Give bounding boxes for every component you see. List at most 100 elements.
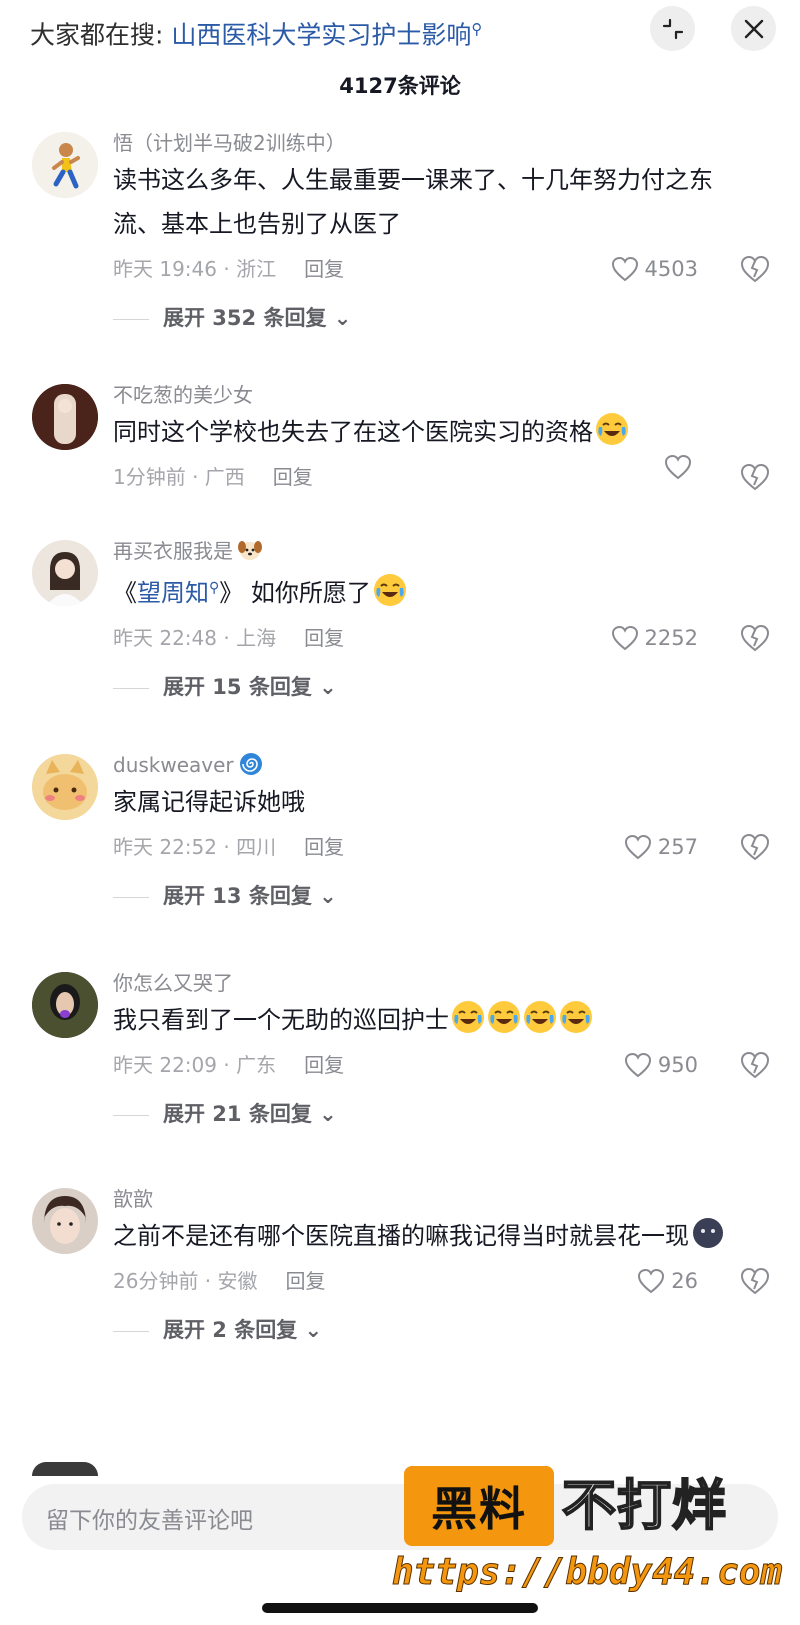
broken-heart-icon[interactable] [740,1267,770,1295]
avatar[interactable] [32,540,98,606]
crying-laughing-emoji-icon [596,413,628,445]
top-bar: 大家都在搜: 山西医科大学实习护士影响⚲ [0,0,800,58]
broken-heart-icon[interactable] [740,463,770,491]
close-button[interactable] [731,6,776,51]
expand-replies-button[interactable]: 展开 21 条回复 ⌄ [113,1088,778,1140]
comment-text: 同时这个学校也失去了在这个医院实习的资格 [113,410,753,454]
username[interactable]: 你怎么又哭了 [113,968,778,998]
broken-heart-icon[interactable] [740,833,770,861]
collapse-button[interactable] [650,6,695,51]
avatar[interactable] [32,1188,98,1254]
avatar[interactable] [32,384,98,450]
comment-text-content: 同时这个学校也失去了在这个医院实习的资格 [113,418,593,446]
time-location: 昨天 22:52 · 四川 [113,835,277,859]
broken-heart-icon[interactable] [740,255,770,283]
comment-item: 再买衣服我是 《望周知⚲》 如你所愿了 昨天 22:48 · 上海 回复 2252… [0,530,800,744]
expand-replies-button[interactable]: 展开 13 条回复 ⌄ [113,870,778,922]
crying-laughing-emoji-icon [488,1001,520,1033]
reply-button[interactable]: 回复 [304,626,344,650]
cartoon-avatar-icon [32,972,98,1038]
search-icon: ⚲ [209,580,220,596]
expand-replies-label: 展开 2 条回复 [163,1318,298,1342]
username[interactable]: duskweaver [113,750,778,780]
comment-input-placeholder: 留下你的友善评论吧 [46,1508,253,1534]
username[interactable]: 歆歆 [113,1184,778,1214]
spiral-emoji-icon [239,753,262,775]
comment-text-content: 我只看到了一个无助的巡回护士 [113,1006,449,1034]
like-button[interactable]: 950 [624,1042,698,1088]
crying-laughing-emoji-icon [452,1001,484,1033]
avatar[interactable] [32,972,98,1038]
topic-link[interactable]: 望周知 [137,579,209,607]
avatar [32,1462,98,1476]
chevron-down-icon: ⌄ [333,306,352,330]
comment-meta: 昨天 19:46 · 浙江 回复 4503 [113,246,778,292]
heart-icon [611,625,638,651]
expand-replies-label: 展开 21 条回复 [163,1102,312,1126]
crying-laughing-emoji-icon [524,1001,556,1033]
runner-avatar-icon [32,132,98,198]
heart-icon [624,834,651,860]
girl-avatar-icon [32,540,98,606]
time-location: 昨天 19:46 · 浙江 [113,257,277,281]
username[interactable]: 不吃葱的美少女 [113,380,778,410]
broken-heart-icon[interactable] [740,1051,770,1079]
like-button[interactable]: 257 [624,824,698,870]
cat-avatar-icon [32,754,98,820]
watermark-logo-text: 黑料 [431,1482,527,1536]
divider [113,687,149,689]
expand-replies-label: 展开 352 条回复 [163,306,327,330]
time-location: 1分钟前 · 广西 [113,465,245,489]
like-button[interactable] [664,454,698,480]
expand-replies-button[interactable]: 展开 15 条回复 ⌄ [113,661,778,713]
time-location: 昨天 22:48 · 上海 [113,626,277,650]
divider [113,896,149,898]
like-count: 26 [671,1269,698,1293]
comment-count: 4127条评论 [339,74,461,98]
expand-replies-button[interactable]: 展开 352 条回复 ⌄ [113,292,778,344]
home-indicator [262,1603,538,1613]
like-button[interactable]: 4503 [611,246,698,292]
search-icon: ⚲ [471,20,483,38]
chevron-down-icon: ⌄ [319,884,337,908]
comment-meta: 昨天 22:52 · 四川 回复 257 [113,824,778,870]
search-suggestion[interactable]: 大家都在搜: 山西医科大学实习护士影响⚲ [30,12,482,52]
expand-replies-button[interactable]: 展开 2 条回复 ⌄ [113,1304,778,1356]
avatar[interactable] [32,132,98,198]
heart-icon [664,454,692,480]
like-count: 2252 [644,626,698,650]
crying-laughing-emoji-icon [560,1001,592,1033]
comment-meta: 26分钟前 · 安徽 回复 26 [113,1258,778,1304]
heart-icon [638,1268,665,1294]
comment-meta: 昨天 22:48 · 上海 回复 2252 [113,615,778,661]
like-count: 4503 [644,257,698,281]
avatar[interactable] [32,754,98,820]
reply-button[interactable]: 回复 [273,465,313,489]
comment-item: 歆歆 之前不是还有哪个医院直播的嘛我记得当时就昙花一现 26分钟前 · 安徽 回复… [0,1178,800,1440]
reply-button[interactable]: 回复 [304,257,344,281]
watermark-side-text: 不打烊 [561,1473,727,1538]
collapse-icon [662,18,683,39]
username-text: duskweaver [113,753,234,777]
username[interactable]: 悟（计划半马破2训练中） [113,128,778,158]
comment-text-suffix: 》 如你所愿了 [219,579,371,607]
reply-button[interactable]: 回复 [304,1053,344,1077]
like-button[interactable]: 26 [637,1258,698,1304]
comment-text-prefix: 《 [113,579,137,607]
like-button[interactable]: 2252 [611,615,698,661]
divider [113,318,149,320]
like-count: 257 [657,835,698,859]
comment-meta: 昨天 22:09 · 广东 回复 950 [113,1042,778,1088]
broken-heart-icon[interactable] [740,624,770,652]
search-suggestion-term[interactable]: 山西医科大学实习护士影响 [171,20,471,49]
comment-item: 悟（计划半马破2训练中） 读书这么多年、人生最重要一课来了、十几年努力付之东流、… [0,122,800,374]
comment-list: 悟（计划半马破2训练中） 读书这么多年、人生最重要一课来了、十几年努力付之东流、… [0,122,800,1440]
watermark-url: https://bbdy44.com [391,1552,783,1594]
reply-button[interactable]: 回复 [286,1269,326,1293]
username[interactable]: 再买衣服我是 [113,536,778,566]
chevron-down-icon: ⌄ [304,1318,323,1342]
reply-button[interactable]: 回复 [304,835,344,859]
close-icon [744,19,763,38]
comment-meta: 1分钟前 · 广西 回复 [113,454,778,500]
crying-laughing-emoji-icon [373,574,406,606]
